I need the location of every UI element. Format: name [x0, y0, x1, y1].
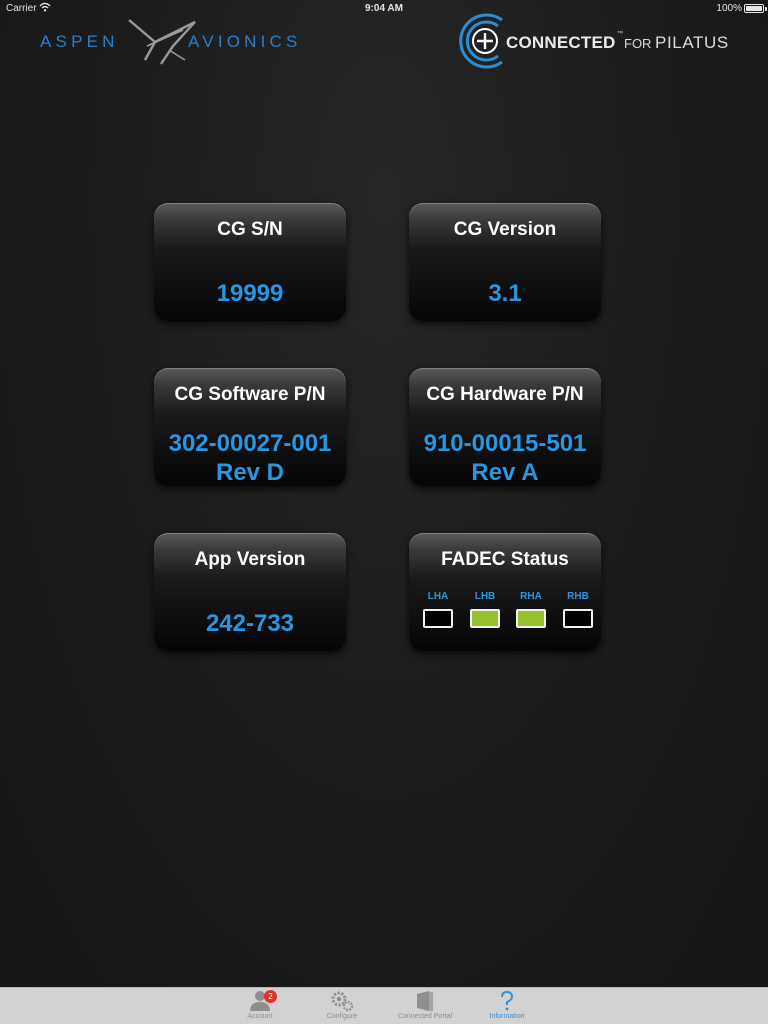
cg-software-rev-value: Rev D: [215, 459, 285, 486]
tab-label: Connected Portal: [397, 1013, 453, 1020]
logo-word-for: FOR: [624, 36, 652, 51]
card-title: CG Version: [453, 219, 557, 240]
fadec-channel-row: LHA LHB RHA RHB: [409, 591, 601, 641]
logo-word-pilatus: PILATUS: [655, 33, 729, 52]
logo-word-avionics: AVIONICS: [188, 32, 302, 51]
logo-word-aspen: ASPEN: [40, 32, 119, 51]
cg-version-value: 3.1: [488, 280, 522, 307]
aspen-plane-icon: [128, 19, 196, 65]
card-cg-serial-number: CG S/N 19999: [154, 203, 346, 321]
gear-icon: [331, 991, 354, 1012]
card-app-version: App Version 242-733: [154, 533, 346, 651]
cg-hardware-rev-value: Rev A: [471, 459, 539, 486]
card-cg-hardware-pn: CG Hardware P/N 910-00015-501 Rev A: [409, 368, 601, 486]
tab-label: Account: [247, 1013, 273, 1020]
question-icon: [501, 990, 514, 1011]
connected-pilatus-logo: CONNECTED ™ FOR PILATUS: [458, 12, 748, 72]
logo-word-connected: CONNECTED: [506, 33, 616, 52]
card-cg-version: CG Version 3.1: [409, 203, 601, 321]
tab-label: Information: [489, 1013, 525, 1020]
card-fadec-status: FADEC Status LHA LHB RHA RHB: [409, 533, 601, 651]
card-cg-software-pn: CG Software P/N 302-00027-001 Rev D: [154, 368, 346, 486]
tab-bar: 2 Account Configure Connected Portal Inf…: [0, 987, 768, 1024]
tab-label: Configure: [326, 1013, 358, 1020]
app-version-value: 242-733: [205, 610, 295, 637]
fadec-channel-rha: RHA: [511, 591, 551, 628]
account-badge: 2: [264, 990, 277, 1003]
card-title: App Version: [194, 549, 306, 570]
fadec-indicator: [470, 609, 500, 628]
card-title: CG Hardware P/N: [426, 384, 584, 405]
tab-account[interactable]: 2 Account: [222, 988, 298, 1024]
fadec-channel-label: RHA: [520, 591, 542, 602]
aspen-avionics-logo: ASPEN AVIONICS: [40, 16, 330, 72]
cg-software-pn-value: 302-00027-001: [168, 430, 332, 457]
portal-icon: [417, 991, 433, 1011]
card-title: CG Software P/N: [174, 384, 326, 405]
fadec-channel-lhb: LHB: [465, 591, 505, 628]
card-title: FADEC Status: [441, 549, 569, 570]
card-title: CG S/N: [217, 219, 283, 240]
tab-information[interactable]: Information: [469, 988, 545, 1024]
tab-connected-portal[interactable]: Connected Portal: [387, 988, 463, 1024]
fadec-channel-lha: LHA: [418, 591, 458, 628]
connected-rings-icon: [459, 13, 503, 69]
cg-hardware-pn-value: 910-00015-501: [423, 430, 587, 457]
logo-trademark: ™: [617, 31, 623, 37]
fadec-channel-label: LHB: [474, 591, 496, 602]
cg-serial-value: 19999: [216, 280, 284, 307]
background: [0, 0, 768, 987]
battery-cap: [765, 7, 767, 11]
fadec-channel-rhb: RHB: [558, 591, 598, 628]
fadec-indicator: [516, 609, 546, 628]
tab-configure[interactable]: Configure: [304, 988, 380, 1024]
fadec-indicator: [563, 609, 593, 628]
fadec-channel-label: LHA: [427, 591, 449, 602]
fadec-indicator: [423, 609, 453, 628]
fadec-channel-label: RHB: [567, 591, 589, 602]
